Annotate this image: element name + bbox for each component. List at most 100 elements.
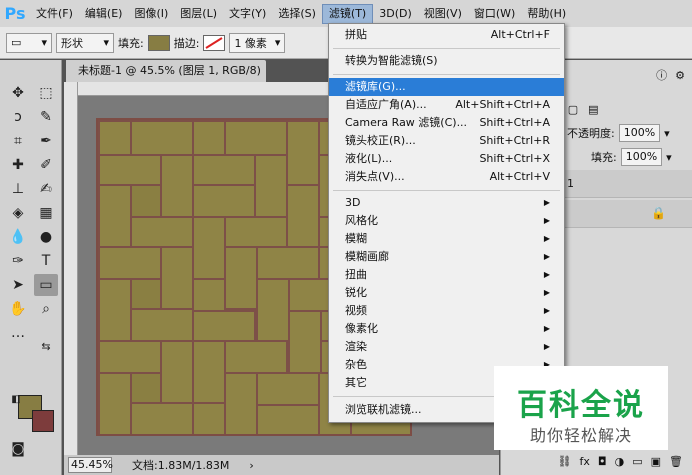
menu-filter[interactable]: 滤镜(T): [321, 3, 374, 24]
tool-preset-picker[interactable]: ▭ ▾: [6, 32, 52, 53]
menu-item-label: 浏览联机滤镜...: [345, 403, 422, 416]
clone-stamp-icon[interactable]: ⊥: [6, 178, 30, 200]
tile: [130, 402, 194, 434]
submenu-arrow-icon: ▶: [543, 306, 550, 315]
menu-item-label: 滤镜库(G)...: [345, 80, 406, 93]
layer-name: 1: [567, 177, 574, 190]
menu-item-video[interactable]: 视频 ▶: [329, 302, 564, 320]
shape-filter-icon[interactable]: ▢: [568, 103, 578, 116]
stroke-swatch[interactable]: [203, 34, 226, 51]
menu-item-blur-gallery[interactable]: 模糊画廊 ▶: [329, 248, 564, 266]
history-brush-icon[interactable]: ✍: [34, 178, 58, 200]
adjustment-layer-icon[interactable]: ◑: [615, 455, 625, 468]
fx-icon[interactable]: fx: [580, 455, 590, 468]
default-colors-icon[interactable]: ◧: [4, 388, 28, 410]
menu-item-convert-smart-filter[interactable]: 转换为智能滤镜(S): [329, 52, 564, 70]
menu-item-label: 转换为智能滤镜(S): [345, 54, 438, 67]
tile: [224, 216, 288, 248]
menu-item-distort[interactable]: 扭曲 ▶: [329, 266, 564, 284]
gradient-tool-icon[interactable]: ▦: [34, 202, 58, 224]
tile: [224, 120, 288, 156]
eyedropper-tool-icon[interactable]: ✒: [34, 130, 58, 152]
menu-item-filter-gallery[interactable]: 滤镜库(G)...: [329, 78, 564, 96]
stroke-width-field[interactable]: 1 像素 ▾: [229, 32, 286, 53]
link-icon[interactable]: ⛓: [558, 455, 572, 468]
fill-field[interactable]: 100%: [620, 148, 663, 166]
background-color[interactable]: [32, 410, 54, 432]
menu-item-stylize[interactable]: 风格化 ▶: [329, 212, 564, 230]
menu-image[interactable]: 图像(I): [128, 0, 174, 27]
info-icon[interactable]: ⓘ: [656, 67, 667, 83]
tile: [256, 278, 290, 342]
tile: [192, 340, 226, 404]
document-info[interactable]: 文档:1.83M/1.83M: [132, 457, 229, 473]
menu-item-adaptive-wide-angle[interactable]: 自适应广角(A)... Alt+Shift+Ctrl+A: [329, 96, 564, 114]
rectangle-tool-icon[interactable]: ▭: [34, 274, 58, 296]
tile: [256, 246, 320, 280]
tile: [286, 120, 320, 186]
tile: [98, 372, 132, 434]
tile: [130, 216, 194, 248]
menu-item-lens-correction[interactable]: 镜头校正(R)... Shift+Ctrl+R: [329, 132, 564, 150]
menu-item-render[interactable]: 渲染 ▶: [329, 338, 564, 356]
submenu-arrow-icon: ▶: [543, 234, 550, 243]
more-tools-icon[interactable]: …: [6, 322, 30, 344]
submenu-arrow-icon: ▶: [543, 216, 550, 225]
menu-item-liquify[interactable]: 液化(L)... Shift+Ctrl+X: [329, 150, 564, 168]
chevron-down-icon: ▾: [103, 36, 109, 49]
menu-item-pixelate[interactable]: 像素化 ▶: [329, 320, 564, 338]
mask-icon[interactable]: ◘: [598, 455, 607, 468]
menu-layer[interactable]: 图层(L): [174, 0, 223, 27]
healing-brush-icon[interactable]: ✚: [6, 154, 30, 176]
zoom-level-field[interactable]: 45.45%: [68, 457, 113, 473]
tile: [130, 308, 194, 342]
new-layer-icon[interactable]: ▣: [651, 455, 661, 468]
eraser-tool-icon[interactable]: ◈: [6, 202, 30, 224]
tile: [98, 154, 162, 186]
hand-tool-icon[interactable]: ✋: [6, 298, 30, 320]
watermark-title: 百科全说: [517, 388, 645, 423]
submenu-arrow-icon: ▶: [543, 270, 550, 279]
blur-tool-icon[interactable]: 💧: [6, 226, 30, 248]
menu-item-label: 杂色: [345, 358, 367, 371]
chevron-down-icon[interactable]: ▾: [666, 151, 672, 164]
no-stroke-icon: [205, 36, 223, 49]
group-icon[interactable]: ▭: [632, 455, 642, 468]
tile: [286, 184, 320, 248]
menu-item-vanishing-point[interactable]: 消失点(V)... Alt+Ctrl+V: [329, 168, 564, 186]
menu-file[interactable]: 文件(F): [30, 0, 79, 27]
settings-icon[interactable]: ⚙: [675, 69, 685, 82]
quick-mask-icon[interactable]: ◙: [6, 438, 30, 460]
menu-item-sharpen[interactable]: 锐化 ▶: [329, 284, 564, 302]
swap-colors-icon[interactable]: ⇆: [34, 335, 58, 357]
type-tool-icon[interactable]: T: [34, 250, 58, 272]
chevron-down-icon[interactable]: ▾: [664, 127, 670, 140]
chevron-right-icon[interactable]: ›: [249, 459, 253, 472]
menu-item-label: 3D: [345, 196, 361, 209]
menu-item-camera-raw[interactable]: Camera Raw 滤镜(C)... Shift+Ctrl+A: [329, 114, 564, 132]
menu-type[interactable]: 文字(Y): [223, 0, 272, 27]
dodge-tool-icon[interactable]: ●: [34, 226, 58, 248]
menu-item-blur[interactable]: 模糊 ▶: [329, 230, 564, 248]
path-select-icon[interactable]: ➤: [6, 274, 30, 296]
crop-tool-icon[interactable]: ⌗: [6, 130, 30, 152]
marquee-tool-icon[interactable]: ⬚: [34, 82, 58, 104]
submenu-arrow-icon: ▶: [543, 324, 550, 333]
smart-filter-icon[interactable]: ▤: [588, 103, 598, 116]
trash-icon[interactable]: 🗑: [669, 455, 683, 468]
pen-tool-icon[interactable]: ✑: [6, 250, 30, 272]
fill-swatch[interactable]: [147, 34, 170, 51]
menu-select[interactable]: 选择(S): [272, 0, 322, 27]
opacity-field[interactable]: 100%: [618, 124, 661, 142]
zoom-tool-icon[interactable]: ⌕: [34, 298, 58, 320]
shape-mode-select[interactable]: 形状 ▾: [56, 32, 114, 53]
menu-item-tile[interactable]: 拼贴 Alt+Ctrl+F: [329, 26, 564, 44]
menu-edit[interactable]: 编辑(E): [79, 0, 129, 27]
quick-select-tool-icon[interactable]: ✎: [34, 106, 58, 128]
brush-tool-icon[interactable]: ✐: [34, 154, 58, 176]
menu-item-3d[interactable]: 3D ▶: [329, 194, 564, 212]
move-tool-icon[interactable]: ✥: [6, 82, 30, 104]
lasso-tool-icon[interactable]: ↄ: [6, 106, 30, 128]
menu-item-label: 自适应广角(A)...: [345, 98, 427, 111]
document-tab[interactable]: 未标题-1 @ 45.5% (图层 1, RGB/8) *: [66, 60, 266, 99]
